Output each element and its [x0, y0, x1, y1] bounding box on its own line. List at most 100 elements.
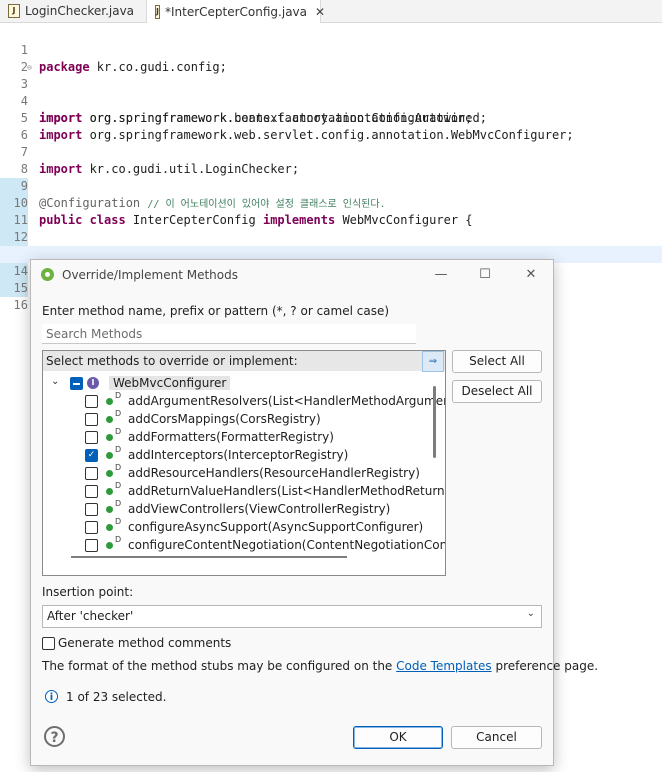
- method-row[interactable]: D addArgumentResolvers(List<HandlerMetho…: [43, 391, 445, 410]
- method-checkbox[interactable]: [85, 503, 98, 516]
- format-text-before: The format of the method stubs may be co…: [42, 659, 397, 673]
- method-row[interactable]: D addResourceHandlers(ResourceHandlerReg…: [43, 463, 443, 482]
- code-line: 10 public class InterCepterConfig implem…: [0, 178, 662, 227]
- public-method-icon: [106, 434, 113, 441]
- fold-toggle-icon[interactable]: ⊖: [27, 59, 32, 76]
- public-method-icon: [106, 542, 113, 549]
- collapse-all-icon[interactable]: ⇒: [422, 351, 444, 372]
- code-line: 5 import org.springframework.web.servlet…: [0, 93, 662, 142]
- generate-comments-label: Generate method comments: [58, 636, 232, 650]
- dialog-title: Override/Implement Methods: [62, 268, 238, 282]
- chevron-down-icon[interactable]: ⌄: [51, 376, 61, 387]
- method-checkbox[interactable]: [85, 521, 98, 534]
- method-row[interactable]: D configureContentNegotiation(ContentNeg…: [43, 535, 445, 554]
- method-row[interactable]: D addCorsMappings(CorsRegistry): [43, 409, 443, 428]
- method-checkbox[interactable]: [85, 485, 98, 498]
- horizontal-scrollbar[interactable]: [71, 556, 347, 558]
- method-row[interactable]: D addViewControllers(ViewControllerRegis…: [43, 499, 443, 518]
- public-method-icon: [106, 470, 113, 477]
- method-label: addReturnValueHandlers(List<HandlerMetho…: [128, 484, 445, 498]
- code-line: 1 package kr.co.gudi.config;: [0, 25, 662, 74]
- method-label: addCorsMappings(CorsRegistry): [128, 412, 321, 426]
- method-checkbox[interactable]: [85, 539, 98, 552]
- public-method-icon: [106, 452, 113, 459]
- minimize-icon[interactable]: —: [431, 265, 451, 285]
- method-checkbox[interactable]: [85, 413, 98, 426]
- tab-loginchecker[interactable]: J LoginChecker.java: [0, 0, 146, 22]
- default-marker: D: [115, 391, 122, 400]
- default-marker: D: [115, 409, 122, 418]
- default-marker: D: [115, 445, 122, 454]
- default-marker: D: [115, 427, 122, 436]
- close-icon[interactable]: ✕: [315, 5, 325, 19]
- insertion-point-label: Insertion point:: [42, 585, 134, 599]
- tree-body: ⌄ I WebMvcConfigurer D addArgumentResolv…: [43, 372, 445, 562]
- method-label: configureContentNegotiation(ContentNegot…: [128, 538, 445, 552]
- help-icon[interactable]: ?: [44, 726, 65, 747]
- override-implement-dialog: Override/Implement Methods — ☐ ✕ Enter m…: [30, 259, 598, 766]
- insertion-point-select[interactable]: After 'checker' ⌄: [42, 605, 542, 628]
- tree-header: Select methods to override or implement:…: [43, 351, 445, 372]
- method-label: addFormatters(FormatterRegistry): [128, 430, 334, 444]
- default-marker: D: [115, 517, 122, 526]
- default-marker: D: [115, 499, 122, 508]
- method-label: addInterceptors(InterceptorRegistry): [128, 448, 349, 462]
- java-file-icon: J: [155, 4, 160, 19]
- tab-label: LoginChecker.java: [25, 4, 135, 18]
- line-number: 16: [13, 298, 28, 312]
- maximize-icon[interactable]: ☐: [475, 265, 495, 285]
- interface-name: WebMvcConfigurer: [109, 376, 231, 390]
- code-line: 8: [0, 144, 662, 176]
- method-label: configureAsyncSupport(AsyncSupportConfig…: [128, 520, 424, 534]
- tree-interface-row[interactable]: ⌄ I WebMvcConfigurer: [43, 374, 443, 392]
- tree-header-label: Select methods to override or implement:: [46, 354, 298, 368]
- close-icon[interactable]: ✕: [521, 265, 541, 285]
- method-checkbox[interactable]: [85, 431, 98, 444]
- code-templates-link[interactable]: Code Templates: [396, 659, 492, 673]
- chevron-down-icon: ⌄: [526, 608, 535, 619]
- select-all-button[interactable]: Select All: [452, 350, 542, 373]
- interface-checkbox[interactable]: [70, 377, 83, 390]
- methods-tree[interactable]: Select methods to override or implement:…: [42, 350, 446, 576]
- method-checkbox[interactable]: [85, 395, 98, 408]
- public-method-icon: [106, 488, 113, 495]
- method-label: addViewControllers(ViewControllerRegistr…: [128, 502, 391, 516]
- vertical-scrollbar[interactable]: [433, 386, 436, 458]
- filter-label: Enter method name, prefix or pattern (*,…: [42, 304, 390, 318]
- default-marker: D: [115, 535, 122, 544]
- public-method-icon: [106, 398, 113, 405]
- cancel-button[interactable]: Cancel: [451, 726, 542, 749]
- editor-tab-bar: J LoginChecker.java J *InterCepterConfig…: [0, 0, 662, 23]
- code-line: 4 import org.springframework.context.ann…: [0, 76, 662, 125]
- method-checkbox[interactable]: [85, 467, 98, 480]
- default-marker: D: [115, 481, 122, 490]
- method-label: addResourceHandlers(ResourceHandlerRegis…: [128, 466, 420, 480]
- public-method-icon: [106, 416, 113, 423]
- code-line: 11: [0, 195, 662, 229]
- method-row[interactable]: D addFormatters(FormatterRegistry): [43, 427, 443, 446]
- method-row[interactable]: ✓ D addInterceptors(InterceptorRegistry): [43, 445, 443, 464]
- tab-intercepterconfig[interactable]: J *InterCepterConfig.java ✕: [146, 0, 325, 23]
- search-methods-input[interactable]: [42, 324, 416, 344]
- info-icon: i: [45, 690, 58, 703]
- method-checkbox-checked[interactable]: ✓: [85, 449, 98, 462]
- spring-icon: [41, 268, 54, 281]
- method-row[interactable]: D addReturnValueHandlers(List<HandlerMet…: [43, 481, 445, 500]
- code-line: 2: [0, 42, 662, 74]
- tab-label: *InterCepterConfig.java: [164, 4, 308, 19]
- java-file-icon: J: [8, 4, 20, 18]
- code-line: 7 import kr.co.gudi.util.LoginChecker;: [0, 127, 662, 176]
- public-method-icon: [106, 506, 113, 513]
- dialog-titlebar[interactable]: Override/Implement Methods — ☐ ✕: [31, 260, 553, 290]
- default-marker: D: [115, 463, 122, 472]
- deselect-all-button[interactable]: Deselect All: [452, 380, 542, 403]
- method-label: addArgumentResolvers(List<HandlerMethodA…: [128, 394, 445, 408]
- code-line: 3 ⊖ import org.springframework.beans.fac…: [0, 59, 662, 125]
- insertion-point-value: After 'checker': [47, 609, 134, 623]
- code-line: 9 @Configuration // 이 어노테이션이 있어야 설정 클래스로…: [0, 161, 662, 210]
- ok-button[interactable]: OK: [353, 726, 443, 749]
- code-line: 6: [0, 110, 662, 142]
- code-line: 13 @Autowired LoginChecker checker;: [0, 229, 662, 278]
- method-row[interactable]: D configureAsyncSupport(AsyncSupportConf…: [43, 517, 443, 536]
- generate-comments-checkbox[interactable]: [42, 637, 55, 650]
